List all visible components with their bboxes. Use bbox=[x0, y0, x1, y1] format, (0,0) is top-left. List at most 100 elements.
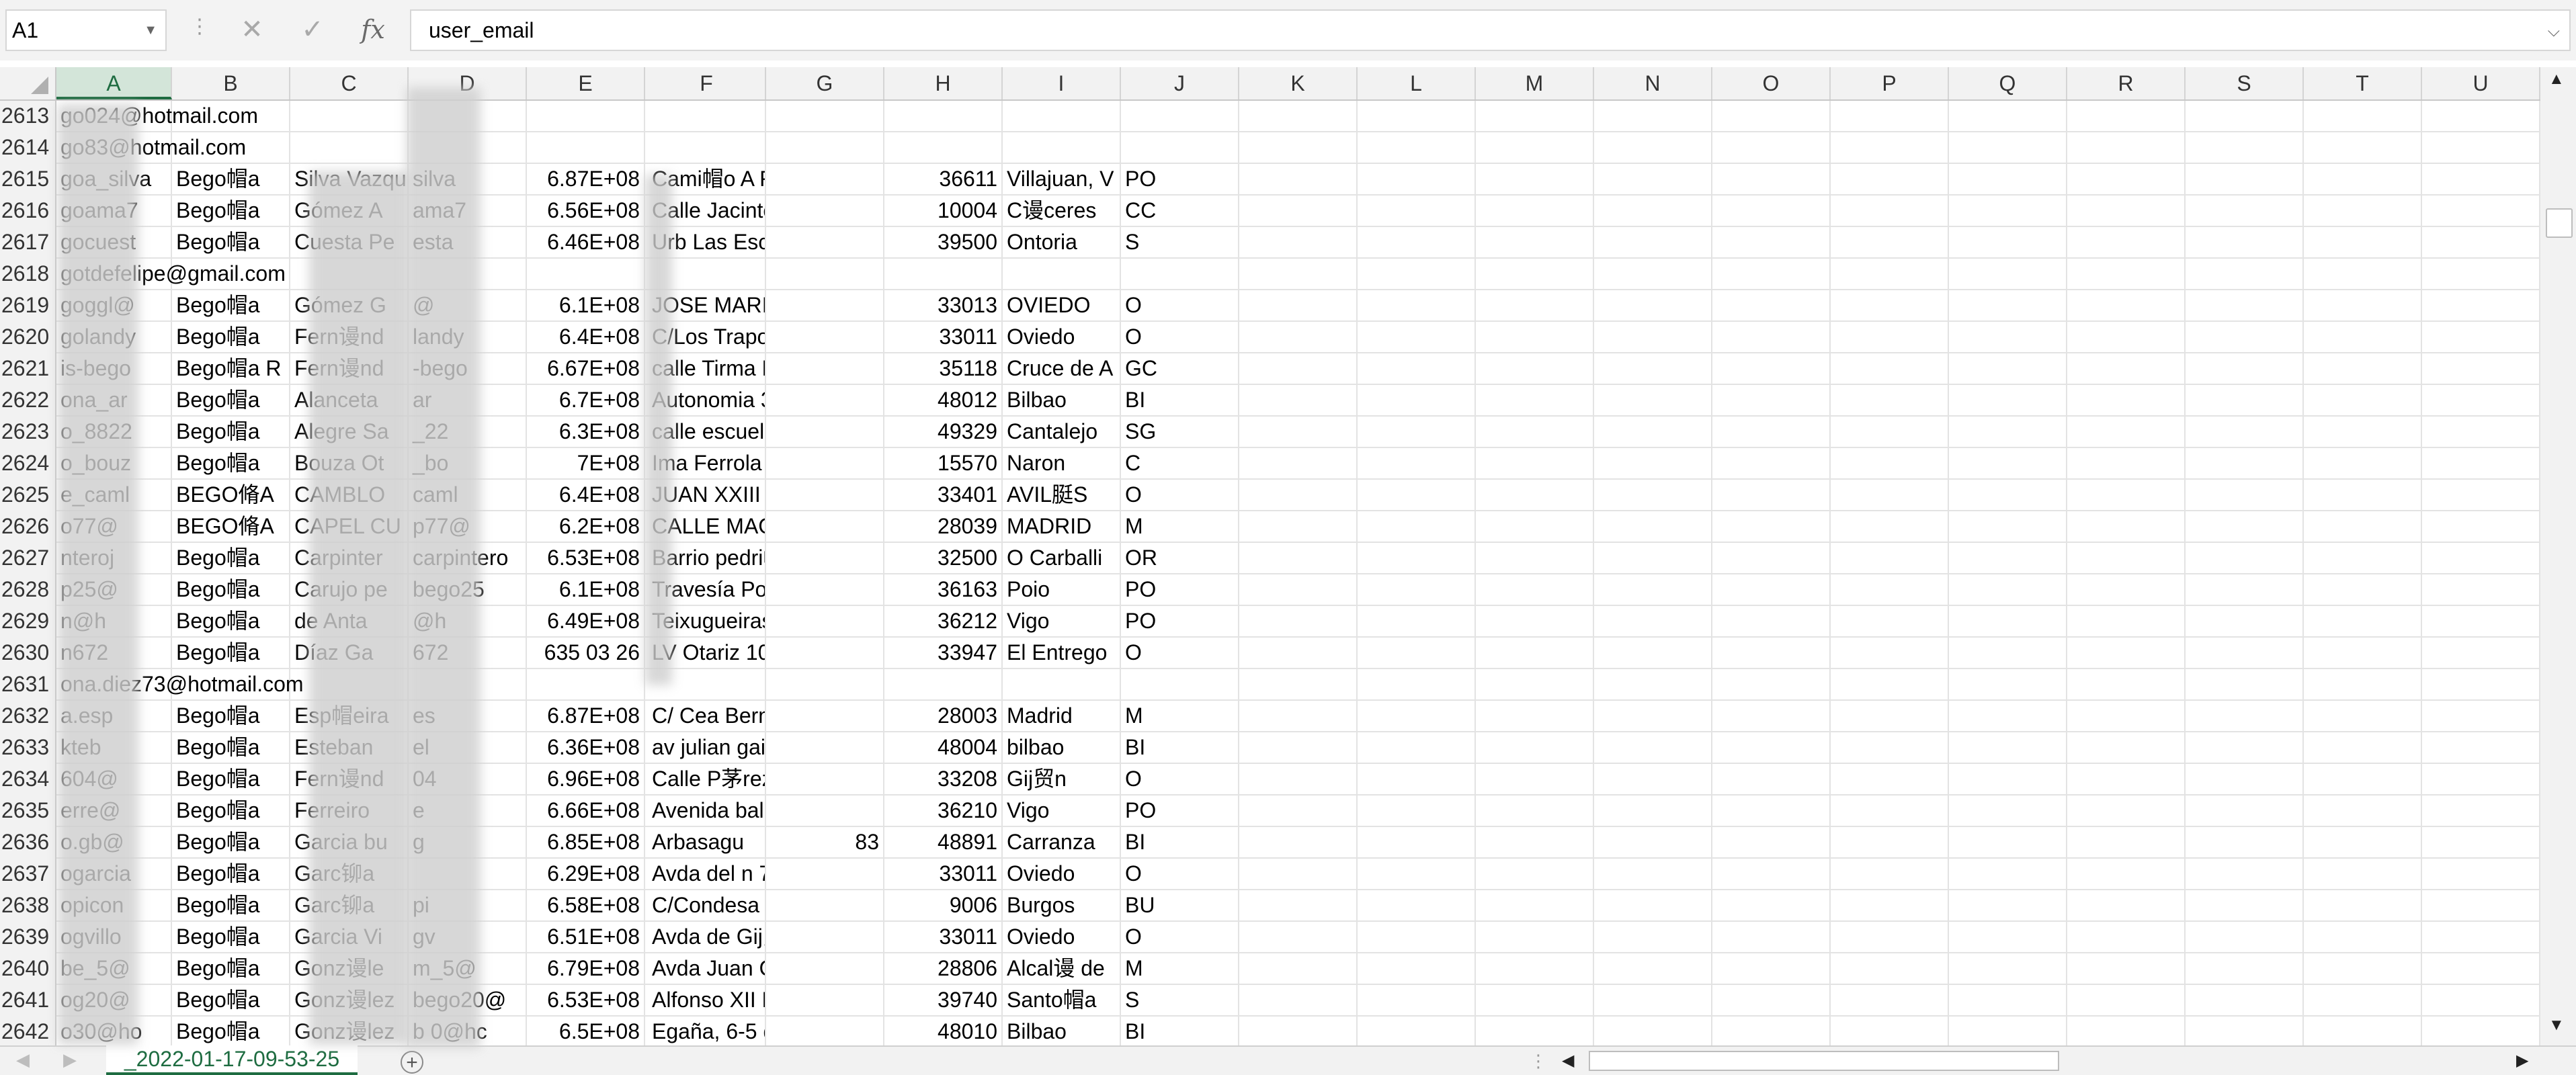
row-header[interactable]: 2633 bbox=[0, 732, 56, 764]
cell-e[interactable]: 6.7E+08 bbox=[527, 385, 645, 415]
cell-b[interactable]: Bego帽a bbox=[172, 322, 290, 352]
cell-j[interactable]: O bbox=[1121, 764, 1239, 794]
cell-i[interactable]: Vigo bbox=[1003, 796, 1121, 826]
column-header-m[interactable]: M bbox=[1476, 67, 1594, 99]
cell-e[interactable]: 635 03 26 bbox=[527, 638, 645, 668]
cell-b[interactable]: Bego帽a bbox=[172, 543, 290, 573]
row-header[interactable]: 2631 bbox=[0, 669, 56, 701]
column-header-h[interactable]: H bbox=[884, 67, 1003, 99]
cell-f[interactable]: Avda Juan Carlos I n掳 bbox=[648, 953, 766, 984]
cell-h[interactable]: 32500 bbox=[884, 543, 1003, 573]
cell-j[interactable]: O bbox=[1121, 290, 1239, 320]
row-header[interactable]: 2638 bbox=[0, 890, 56, 922]
cell-e[interactable]: 6.66E+08 bbox=[527, 796, 645, 826]
row-header[interactable]: 2635 bbox=[0, 796, 56, 827]
cell-e[interactable]: 6.5E+08 bbox=[527, 1017, 645, 1047]
cell-i[interactable]: El Entrego bbox=[1003, 638, 1121, 668]
cell-e[interactable]: 6.46E+08 bbox=[527, 227, 645, 257]
row-header[interactable]: 2640 bbox=[0, 953, 56, 985]
cell-h[interactable]: 36210 bbox=[884, 796, 1003, 826]
cell-b[interactable]: Bego帽a bbox=[172, 164, 290, 194]
triangle-right-icon[interactable]: ▶ bbox=[63, 1049, 77, 1070]
insert-function-button[interactable]: fx bbox=[349, 8, 397, 51]
cell-j[interactable]: BU bbox=[1121, 890, 1239, 920]
cell-h[interactable]: 36212 bbox=[884, 606, 1003, 636]
drag-handle-icon[interactable]: ⋮ bbox=[190, 15, 210, 38]
cell-f[interactable]: Avenida balaidos 39 4 bbox=[648, 796, 766, 826]
cell-i[interactable]: Oviedo bbox=[1003, 859, 1121, 889]
cell-b[interactable]: Bego帽a bbox=[172, 732, 290, 763]
row-header[interactable]: 2615 bbox=[0, 164, 56, 196]
cell-i[interactable]: O Carballi bbox=[1003, 543, 1121, 573]
cell-j[interactable]: M bbox=[1121, 953, 1239, 984]
cell-j[interactable]: S bbox=[1121, 985, 1239, 1015]
cell-f[interactable]: Avda del n 71, 3B bbox=[648, 859, 766, 889]
cell-f[interactable]: Alfonso XII N10 1A bbox=[648, 985, 766, 1015]
cell-i[interactable]: Vigo bbox=[1003, 606, 1121, 636]
column-header-q[interactable]: Q bbox=[1949, 67, 2067, 99]
cell-b[interactable]: Bego帽a bbox=[172, 764, 290, 794]
cell-i[interactable]: AVIL脡S bbox=[1003, 480, 1121, 510]
cell-b[interactable]: Bego帽a bbox=[172, 448, 290, 478]
cell-e[interactable]: 6.85E+08 bbox=[527, 827, 645, 857]
cell-b[interactable]: Bego帽a bbox=[172, 796, 290, 826]
cell-i[interactable]: MADRID bbox=[1003, 511, 1121, 542]
cell-j[interactable]: OR bbox=[1121, 543, 1239, 573]
cancel-button[interactable]: ✕ bbox=[228, 8, 276, 51]
cell-i[interactable]: Ontoria bbox=[1003, 227, 1121, 257]
cell-h[interactable]: 33013 bbox=[884, 290, 1003, 320]
cell-h[interactable]: 48004 bbox=[884, 732, 1003, 763]
cell-i[interactable]: C谩ceres bbox=[1003, 196, 1121, 226]
cell-i[interactable]: Gij贸n bbox=[1003, 764, 1121, 794]
cell-e[interactable]: 6.1E+08 bbox=[527, 574, 645, 605]
column-header-e[interactable]: E bbox=[527, 67, 645, 99]
cell-b[interactable]: Bego帽a bbox=[172, 985, 290, 1015]
row-header[interactable]: 2617 bbox=[0, 227, 56, 259]
cell-i[interactable]: Santo帽a bbox=[1003, 985, 1121, 1015]
cell-b[interactable]: Bego帽a bbox=[172, 953, 290, 984]
cell-j[interactable]: O bbox=[1121, 322, 1239, 352]
column-header-u[interactable]: U bbox=[2422, 67, 2540, 99]
row-header[interactable]: 2629 bbox=[0, 606, 56, 638]
cell-j[interactable]: PO bbox=[1121, 164, 1239, 194]
cell-h[interactable]: 39740 bbox=[884, 985, 1003, 1015]
cell-h[interactable]: 39500 bbox=[884, 227, 1003, 257]
cell-b[interactable]: Bego帽a bbox=[172, 606, 290, 636]
column-header-r[interactable]: R bbox=[2067, 67, 2186, 99]
cell-i[interactable]: Bilbao bbox=[1003, 1017, 1121, 1047]
row-header[interactable]: 2632 bbox=[0, 701, 56, 732]
column-header-c[interactable]: C bbox=[290, 67, 409, 99]
row-header[interactable]: 2624 bbox=[0, 448, 56, 480]
column-header-l[interactable]: L bbox=[1358, 67, 1476, 99]
cell-j[interactable]: C bbox=[1121, 448, 1239, 478]
row-header[interactable]: 2627 bbox=[0, 543, 56, 574]
cell-h[interactable]: 33947 bbox=[884, 638, 1003, 668]
formula-input[interactable]: user_email ⌵ bbox=[410, 9, 2571, 51]
cell-i[interactable]: bilbao bbox=[1003, 732, 1121, 763]
cell-j[interactable]: PO bbox=[1121, 796, 1239, 826]
cell-i[interactable]: Carranza bbox=[1003, 827, 1121, 857]
vertical-scrollbar[interactable]: ▲ ▼ bbox=[2540, 67, 2576, 1048]
cell-i[interactable]: Burgos bbox=[1003, 890, 1121, 920]
cell-i[interactable]: Cantalejo bbox=[1003, 417, 1121, 447]
cell-j[interactable]: BI bbox=[1121, 1017, 1239, 1047]
column-header-t[interactable]: T bbox=[2304, 67, 2422, 99]
sheet-tab[interactable]: _2022-01-17-09-53-25 bbox=[106, 1045, 358, 1075]
cell-f[interactable]: C/Condesa Menc铆a 1 bbox=[648, 890, 766, 920]
name-box[interactable]: A1 ▼ bbox=[5, 9, 167, 51]
cell-b[interactable]: BEGO脩A bbox=[172, 511, 290, 542]
cell-e[interactable]: 6.79E+08 bbox=[527, 953, 645, 984]
cell-h[interactable]: 49329 bbox=[884, 417, 1003, 447]
cell-e[interactable]: 6.67E+08 bbox=[527, 353, 645, 384]
triangle-right-icon[interactable]: ▶ bbox=[2516, 1051, 2528, 1070]
cell-e[interactable]: 6.3E+08 bbox=[527, 417, 645, 447]
cell-j[interactable]: PO bbox=[1121, 606, 1239, 636]
triangle-left-icon[interactable]: ◀ bbox=[16, 1049, 30, 1070]
cell-i[interactable]: Villajuan, V bbox=[1003, 164, 1121, 194]
cell-i[interactable]: Alcal谩 de bbox=[1003, 953, 1121, 984]
column-header-b[interactable]: B bbox=[172, 67, 290, 99]
row-header[interactable]: 2642 bbox=[0, 1017, 56, 1048]
column-header-k[interactable]: K bbox=[1239, 67, 1358, 99]
cell-b[interactable]: Bego帽a bbox=[172, 638, 290, 668]
cell-e[interactable]: 6.53E+08 bbox=[527, 543, 645, 573]
